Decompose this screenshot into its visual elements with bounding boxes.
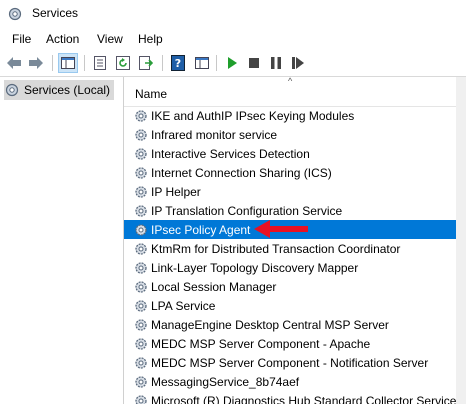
export-list-icon	[139, 56, 153, 70]
service-name: ManageEngine Desktop Central MSP Server	[151, 317, 389, 332]
tree-item-label: Services (Local)	[24, 83, 111, 97]
back-arrow-icon	[7, 57, 21, 69]
service-name: Infrared monitor service	[151, 127, 278, 142]
service-gear-icon	[135, 280, 147, 293]
pause-icon	[271, 57, 281, 69]
services-list-pane: Name ^ IKE and AuthIP IPsec Keying Modul…	[124, 77, 466, 404]
service-name: LPA Service	[151, 298, 216, 313]
toolbar: ?	[0, 50, 466, 77]
help-button[interactable]: ?	[168, 53, 188, 73]
table-row[interactable]: Microsoft (R) Diagnostics Hub Standard C…	[124, 391, 466, 404]
service-name: KtmRm for Distributed Transaction Coordi…	[151, 241, 401, 256]
service-name: IKE and AuthIP IPsec Keying Modules	[151, 108, 355, 123]
table-row[interactable]: MessagingService_8b74aef	[124, 372, 466, 391]
back-button[interactable]	[4, 53, 24, 73]
sort-ascending-icon: ^	[288, 77, 293, 86]
properties-button[interactable]	[90, 53, 110, 73]
service-name: IPsec Policy Agent	[151, 222, 251, 237]
tree-item-services-local[interactable]: Services (Local)	[4, 80, 115, 100]
service-name: Internet Connection Sharing (ICS)	[151, 165, 332, 180]
service-name: Local Session Manager	[151, 279, 277, 294]
service-gear-icon	[135, 337, 147, 350]
help-icon: ?	[171, 55, 185, 71]
play-icon	[228, 57, 237, 69]
table-row[interactable]: Infrared monitor service	[124, 125, 466, 144]
service-name: Microsoft (R) Diagnostics Hub Standard C…	[151, 393, 457, 404]
refresh-button[interactable]	[113, 53, 133, 73]
service-gear-icon	[135, 261, 147, 274]
table-row[interactable]: ManageEngine Desktop Central MSP Server	[124, 315, 466, 334]
table-row[interactable]: IKE and AuthIP IPsec Keying Modules	[124, 106, 466, 125]
toolbar-view-icon	[195, 57, 209, 69]
forward-button[interactable]	[26, 53, 46, 73]
service-name: MEDC MSP Server Component - Apache	[151, 336, 371, 351]
service-gear-icon	[135, 185, 147, 198]
service-name: IP Translation Configuration Service	[151, 203, 343, 218]
service-name: MEDC MSP Server Component - Notification…	[151, 355, 429, 370]
restart-icon	[292, 57, 304, 69]
service-gear-icon	[135, 356, 147, 369]
service-gear-icon	[135, 318, 147, 331]
table-row[interactable]: Internet Connection Sharing (ICS)	[124, 163, 466, 182]
service-name: MessagingService_8b74aef	[151, 374, 300, 389]
service-gear-icon	[135, 375, 147, 388]
menu-view[interactable]: View	[97, 32, 123, 46]
service-gear-icon	[135, 223, 147, 236]
service-gear-icon	[135, 147, 147, 160]
column-header-name[interactable]: Name ^	[124, 77, 466, 107]
toolbar-view-button[interactable]	[192, 53, 212, 73]
vertical-scrollbar[interactable]	[456, 77, 466, 404]
services-gear-icon	[5, 83, 19, 97]
window-title: Services	[32, 6, 79, 20]
show-hide-tree-button[interactable]	[58, 53, 78, 73]
stop-icon	[249, 58, 259, 68]
table-row[interactable]: KtmRm for Distributed Transaction Coordi…	[124, 239, 466, 258]
stop-service-button[interactable]	[244, 53, 264, 73]
table-row[interactable]: LPA Service	[124, 296, 466, 315]
table-row[interactable]: IP Helper	[124, 182, 466, 201]
service-gear-icon	[135, 128, 147, 141]
service-name: IP Helper	[151, 184, 201, 199]
service-gear-icon	[135, 109, 147, 122]
toolbar-separator	[52, 55, 53, 71]
start-service-button[interactable]	[222, 53, 242, 73]
toolbar-separator	[84, 55, 85, 71]
table-row[interactable]: Local Session Manager	[124, 277, 466, 296]
menu-bar: File Action View Help	[0, 28, 466, 50]
service-gear-icon	[135, 242, 147, 255]
title-bar: Services	[0, 0, 466, 28]
service-gear-icon	[135, 394, 147, 404]
services-list: IKE and AuthIP IPsec Keying Modules Infr…	[124, 106, 466, 404]
column-header-label: Name	[135, 87, 168, 101]
menu-action[interactable]: Action	[46, 32, 79, 46]
service-gear-icon	[135, 166, 147, 179]
pause-service-button[interactable]	[266, 53, 286, 73]
export-list-button[interactable]	[136, 53, 156, 73]
show-hide-tree-icon	[61, 57, 75, 69]
toolbar-separator	[216, 55, 217, 71]
table-row[interactable]: Link-Layer Topology Discovery Mapper	[124, 258, 466, 277]
restart-service-button[interactable]	[288, 53, 308, 73]
table-row[interactable]: Interactive Services Detection	[124, 144, 466, 163]
refresh-icon	[116, 56, 130, 70]
service-gear-icon	[135, 204, 147, 217]
menu-help[interactable]: Help	[138, 32, 163, 46]
tree-pane: Services (Local)	[0, 77, 124, 404]
menu-file[interactable]: File	[12, 32, 31, 46]
svg-text:?: ?	[175, 57, 181, 70]
service-name: Interactive Services Detection	[151, 146, 310, 161]
services-gear-icon	[8, 7, 22, 21]
red-arrow-icon	[254, 220, 308, 238]
toolbar-separator	[162, 55, 163, 71]
properties-icon	[94, 56, 106, 70]
table-row[interactable]: MEDC MSP Server Component - Notification…	[124, 353, 466, 372]
forward-arrow-icon	[29, 57, 43, 69]
table-row[interactable]: MEDC MSP Server Component - Apache	[124, 334, 466, 353]
service-gear-icon	[135, 299, 147, 312]
service-name: Link-Layer Topology Discovery Mapper	[151, 260, 359, 275]
